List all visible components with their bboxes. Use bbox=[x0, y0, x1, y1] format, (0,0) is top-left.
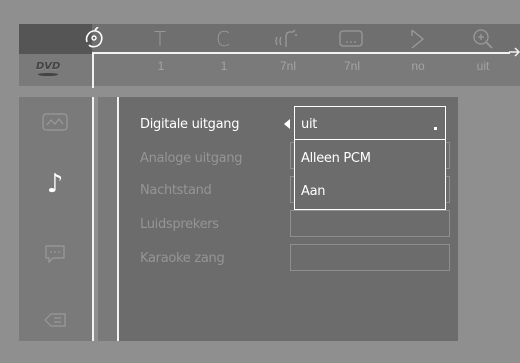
speech-bubble-icon[interactable] bbox=[41, 243, 69, 265]
scroll-right-arrow-icon[interactable] bbox=[507, 44, 520, 58]
title-icon[interactable]: T bbox=[147, 26, 173, 52]
disc-icon[interactable] bbox=[81, 26, 107, 52]
active-row-pointer-icon bbox=[284, 119, 290, 129]
angle-icon[interactable] bbox=[404, 26, 430, 52]
title-value: 1 bbox=[157, 59, 165, 73]
chapter-glyph: C bbox=[216, 27, 230, 51]
subtitle-icon[interactable] bbox=[338, 26, 364, 52]
digital-output-dropdown[interactable]: uit Alleen PCM Aan bbox=[294, 106, 446, 210]
dvd-logo: DVD bbox=[36, 61, 61, 76]
top-menu-bar: T C DVD 1 1 7nl 7nl no uit bbox=[19, 24, 520, 88]
chapter-value: 1 bbox=[220, 59, 228, 73]
music-note-glyph: ♪ bbox=[46, 169, 64, 199]
dropdown-option[interactable]: Alleen PCM bbox=[301, 151, 371, 166]
panel-divider bbox=[117, 97, 119, 341]
zoom-value: uit bbox=[476, 59, 490, 73]
audio-language-icon[interactable] bbox=[274, 26, 300, 52]
music-note-icon[interactable]: ♪ bbox=[41, 169, 69, 199]
setting-label-analog-output[interactable]: Analoge uitgang bbox=[140, 151, 243, 166]
setting-value-speakers[interactable] bbox=[290, 210, 450, 237]
dropdown-selected-value[interactable]: uit bbox=[301, 117, 317, 132]
exit-icon[interactable] bbox=[41, 309, 69, 331]
setting-value-karaoke[interactable] bbox=[290, 244, 450, 271]
setting-label-digital-output[interactable]: Digitale uitgang bbox=[140, 117, 239, 132]
setting-label-speakers[interactable]: Luidsprekers bbox=[140, 217, 219, 232]
dropdown-caret-icon bbox=[434, 127, 437, 130]
settings-sidebar: ♪ bbox=[19, 97, 92, 341]
title-glyph: T bbox=[153, 27, 167, 51]
angle-value: no bbox=[411, 59, 425, 73]
setting-label-karaoke[interactable]: Karaoke zang bbox=[140, 251, 225, 266]
chapter-icon[interactable]: C bbox=[210, 26, 236, 52]
dropdown-separator bbox=[295, 139, 445, 140]
active-tab-divider bbox=[92, 52, 94, 88]
panel-gutter bbox=[98, 97, 117, 341]
zoom-icon[interactable] bbox=[470, 26, 496, 52]
dropdown-option[interactable]: Aan bbox=[301, 184, 326, 199]
audio-language-value: 7nl bbox=[279, 59, 296, 73]
picture-icon[interactable] bbox=[41, 111, 69, 133]
active-tab-underline bbox=[92, 52, 510, 54]
top-icon-row: T C bbox=[19, 24, 520, 86]
setting-label-night-mode[interactable]: Nachtstand bbox=[140, 183, 212, 198]
sidebar-divider bbox=[92, 97, 94, 341]
subtitle-value: 7nl bbox=[343, 59, 360, 73]
